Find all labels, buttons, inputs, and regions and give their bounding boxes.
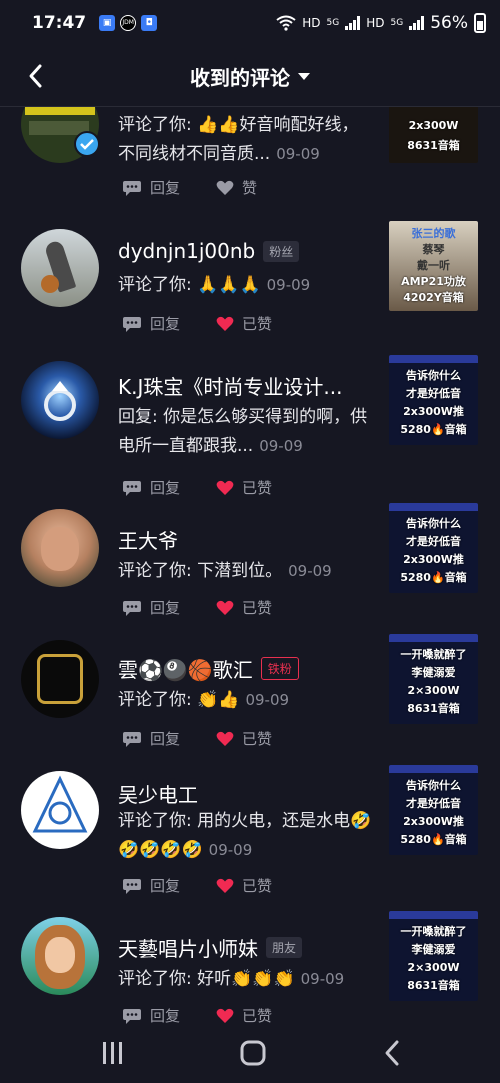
like-button[interactable]: 已赞: [216, 875, 272, 896]
username[interactable]: 雲⚽🎱🏀歌汇: [118, 654, 253, 683]
list-item[interactable]: 雲⚽🎱🏀歌汇 铁粉 评论了你: 👏👍 09-09 回复 已赞 一开嗓就醉了 李健溺…: [0, 632, 500, 762]
iron-fan-badge: 铁粉: [260, 657, 299, 680]
reply-button[interactable]: 回复: [122, 1005, 180, 1024]
system-nav-bar: [0, 1024, 500, 1083]
heart-icon: [216, 600, 234, 615]
comment-text[interactable]: 评论了你: 好听👏👏👏 09-09: [118, 965, 373, 994]
heart-icon: [216, 878, 234, 893]
reply-button[interactable]: 回复: [122, 728, 180, 749]
verified-badge-icon: [74, 131, 100, 157]
friend-badge: 朋友: [266, 937, 303, 958]
reply-button[interactable]: 回复: [122, 597, 180, 618]
avatar[interactable]: [21, 361, 99, 439]
like-button[interactable]: 已赞: [216, 728, 272, 749]
jdm-app-icon: JDM: [120, 15, 137, 31]
list-item[interactable]: 吴少电工 评论了你: 用的火电，还是水电🤣🤣🤣🤣🤣 09-09 回复 已赞 告诉你…: [0, 763, 500, 911]
comment-date: 09-09: [208, 841, 253, 859]
comment-text[interactable]: 评论了你: 👏👍 09-09: [118, 686, 373, 715]
speech-bubble-icon: [123, 1008, 141, 1024]
comment-date: 09-09: [288, 562, 332, 580]
reply-button[interactable]: 回复: [122, 875, 180, 896]
heart-icon: [216, 480, 234, 495]
avatar[interactable]: [21, 229, 99, 307]
video-thumbnail[interactable]: 告诉你什么 才是好低音 2x300W推 5280🔥音箱: [389, 765, 478, 855]
comment-text[interactable]: 回复: 你是怎么够买得到的啊，供电所一直都跟我... 09-09: [118, 403, 373, 461]
speech-bubble-icon: [123, 480, 141, 496]
back-arrow-icon[interactable]: [20, 58, 56, 94]
heart-icon: [216, 1008, 234, 1023]
avatar[interactable]: [21, 917, 99, 995]
status-time: 17:47: [32, 13, 87, 33]
battery-icon: [474, 13, 486, 33]
username[interactable]: 王大爷: [118, 525, 178, 554]
header: 收到的评论: [0, 46, 500, 106]
comment-text[interactable]: 评论了你: 🙏🙏🙏 09-09: [118, 271, 373, 300]
list-item[interactable]: K.J珠宝《时尚专业设计... 回复: 你是怎么够买得到的啊，供电所一直都跟我.…: [0, 355, 500, 500]
comment-date: 09-09: [245, 691, 290, 709]
username[interactable]: dydnjn1j00nb: [118, 239, 255, 263]
heart-icon: [216, 316, 234, 331]
speech-bubble-icon: [123, 180, 141, 196]
list-item[interactable]: dydnjn1j00nb 粉丝 评论了你: 🙏🙏🙏 09-09 回复 已赞 张三的…: [0, 219, 500, 349]
battery-percent: 56%: [430, 13, 468, 33]
like-button[interactable]: 已赞: [216, 597, 272, 618]
title-dropdown[interactable]: 收到的评论: [190, 62, 310, 91]
signal-icon: [345, 16, 361, 30]
calendar-app-icon: ▣: [99, 15, 116, 31]
back-icon[interactable]: [378, 1038, 408, 1068]
network-hd-label: HD: [302, 16, 321, 30]
avatar[interactable]: [21, 771, 99, 849]
username[interactable]: K.J珠宝《时尚专业设计...: [118, 371, 342, 400]
signal-icon-2: [409, 16, 425, 30]
fan-badge: 粉丝: [263, 240, 300, 262]
list-item[interactable]: 评论了你: 👍👍好音响配好线，不同线材不同音质... 09-09 回复 赞 2x3…: [0, 107, 500, 207]
shield-app-icon: ◘: [141, 15, 158, 31]
comment-text[interactable]: 评论了你: 下潜到位。 09-09: [118, 557, 373, 586]
wifi-icon: [276, 15, 296, 31]
list-item[interactable]: 王大爷 评论了你: 下潜到位。 09-09 回复 已赞 告诉你什么 才是好低音 2…: [0, 501, 500, 631]
electrician-logo-icon: [32, 775, 88, 833]
video-thumbnail[interactable]: 一开嗓就醉了 李健溺爱 2×300W 8631音箱: [389, 634, 478, 724]
speech-bubble-icon: [123, 878, 141, 894]
home-icon[interactable]: [238, 1038, 268, 1068]
speech-bubble-icon: [123, 316, 141, 332]
like-button[interactable]: 赞: [216, 177, 257, 198]
network-hd-label-2: HD: [366, 16, 385, 30]
video-thumbnail[interactable]: 一开嗓就醉了 李健溺爱 2×300W 8631音箱: [389, 911, 478, 1001]
list-item[interactable]: 天藝唱片小师妹 朋友 评论了你: 好听👏👏👏 09-09 回复 已赞 一开嗓就醉了…: [0, 909, 500, 1024]
chevron-down-icon: [298, 72, 310, 80]
comment-list[interactable]: 评论了你: 👍👍好音响配好线，不同线材不同音质... 09-09 回复 赞 2x3…: [0, 107, 500, 1024]
username[interactable]: 吴少电工: [118, 779, 198, 808]
comment-text[interactable]: 评论了你: 👍👍好音响配好线，不同线材不同音质... 09-09: [118, 111, 373, 169]
speech-bubble-icon: [123, 731, 141, 747]
recent-apps-icon[interactable]: [98, 1038, 128, 1068]
heart-icon: [216, 731, 234, 746]
reply-button[interactable]: 回复: [122, 477, 180, 498]
comment-date: 09-09: [276, 145, 320, 163]
video-thumbnail[interactable]: 张三的歌 蔡琴 戴一听 AMP21功放 4202Y音箱: [389, 221, 478, 311]
avatar[interactable]: [21, 509, 99, 587]
reply-button[interactable]: 回复: [122, 177, 180, 198]
status-bar: 17:47 ▣ JDM ◘ HD 5G HD 5G 56%: [0, 0, 500, 46]
network-5g-label-2: 5G: [390, 18, 404, 28]
heart-outline-icon: [216, 180, 234, 195]
comment-date: 09-09: [259, 437, 303, 455]
reply-button[interactable]: 回复: [122, 313, 180, 334]
video-thumbnail[interactable]: 2x300W 8631音箱: [389, 107, 478, 163]
comment-date: 09-09: [266, 276, 311, 294]
video-thumbnail[interactable]: 告诉你什么 才是好低音 2x300W推 5280🔥音箱: [389, 503, 478, 593]
comment-text[interactable]: 评论了你: 用的火电，还是水电🤣🤣🤣🤣🤣 09-09: [118, 807, 373, 865]
ring-image-icon: [44, 381, 76, 421]
network-5g-label: 5G: [326, 18, 340, 28]
page-title: 收到的评论: [190, 65, 290, 90]
like-button[interactable]: 已赞: [216, 477, 272, 498]
speech-bubble-icon: [123, 600, 141, 616]
username[interactable]: 天藝唱片小师妹: [118, 933, 258, 962]
avatar[interactable]: [21, 640, 99, 718]
comment-date: 09-09: [300, 970, 345, 988]
video-thumbnail[interactable]: 告诉你什么 才是好低音 2x300W推 5280🔥音箱: [389, 355, 478, 445]
like-button[interactable]: 已赞: [216, 313, 272, 334]
like-button[interactable]: 已赞: [216, 1005, 272, 1024]
